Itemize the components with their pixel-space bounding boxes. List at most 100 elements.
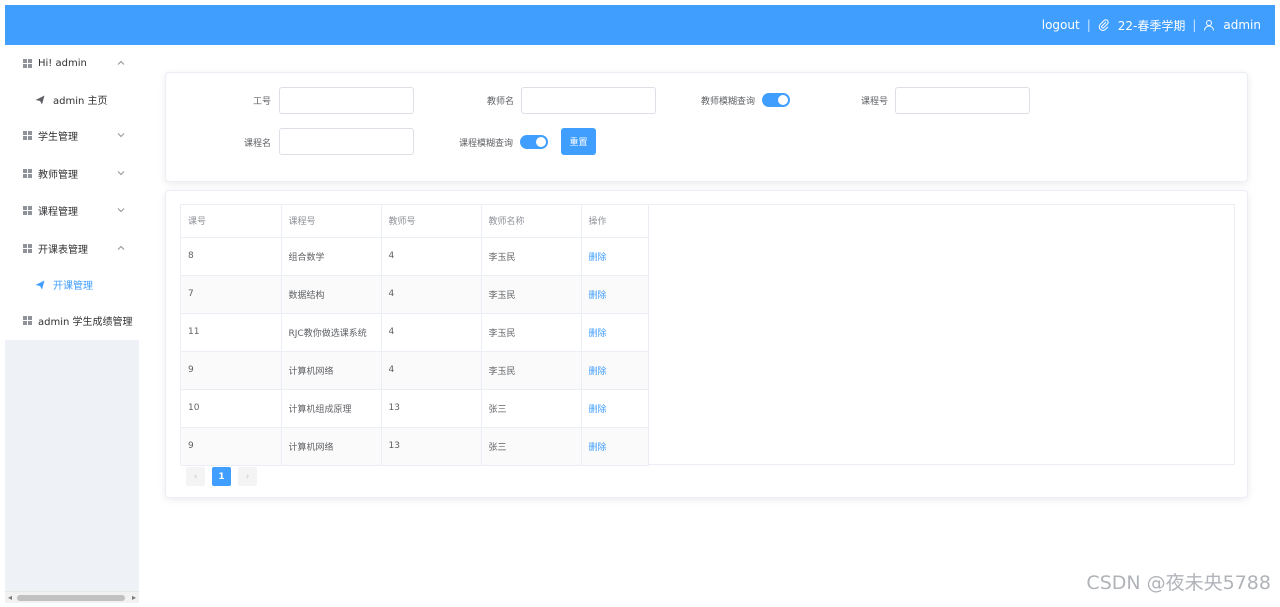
- chevron-down-icon: [117, 133, 125, 138]
- pagination: ‹ 1 ›: [186, 467, 264, 486]
- teacher-fuzzy-label: 教师模糊查询: [700, 97, 755, 107]
- app-frame: logout | 22-春季学期 | admin Hi! admin admin…: [5, 5, 1275, 603]
- offering-table: 课号 课程号 教师号 教师名称 操作 8 组合数学 4 李玉民 删除 7 数据结…: [181, 205, 649, 466]
- table-card: 课号 课程号 教师号 教师名称 操作 8 组合数学 4 李玉民 删除 7 数据结…: [165, 190, 1248, 498]
- next-page-button[interactable]: ›: [238, 467, 257, 486]
- course-id-label: 课程号: [860, 97, 888, 107]
- teacher-id-label: 工号: [252, 97, 271, 107]
- switch-knob: [778, 95, 788, 105]
- course-id-input[interactable]: [895, 87, 1030, 114]
- delete-link[interactable]: 删除: [589, 329, 607, 339]
- menu-label: Hi! admin: [38, 58, 87, 69]
- menu-offering-manage[interactable]: 开课表管理: [5, 230, 139, 268]
- menu-student-manage[interactable]: 学生管理: [5, 117, 139, 155]
- logout-link[interactable]: logout: [1042, 18, 1080, 32]
- cell: 计算机网络: [281, 351, 382, 390]
- table-row: 8 组合数学 4 李玉民 删除: [181, 237, 649, 276]
- table-row: 7 数据结构 4 李玉民 删除: [181, 275, 649, 314]
- cell: 9: [181, 351, 282, 390]
- reset-button[interactable]: 重置: [561, 128, 596, 155]
- menu-label: 教师管理: [38, 169, 78, 181]
- cell: 4: [381, 313, 482, 352]
- delete-link[interactable]: 删除: [589, 253, 607, 263]
- side-menu: Hi! admin admin 主页 学生管理 教师管理 课程管理 开课表管理 …: [5, 45, 139, 340]
- course-fuzzy-label: 课程模糊查询: [458, 139, 513, 149]
- menu-label: 开课表管理: [38, 244, 88, 256]
- prev-page-button[interactable]: ‹: [186, 467, 205, 486]
- table-row: 10 计算机组成原理 13 张三 删除: [181, 389, 649, 428]
- user-icon: [1204, 20, 1215, 31]
- grid-icon: [23, 316, 32, 326]
- switch-knob: [536, 137, 546, 147]
- cell: 13: [381, 427, 482, 466]
- cell: 13: [381, 389, 482, 428]
- scroll-left-arrow[interactable]: ◂: [8, 593, 12, 602]
- cell: 李玉民: [481, 275, 582, 314]
- chevron-down-icon: [117, 170, 125, 175]
- table-row: 11 RJC教你做选课系统 4 李玉民 删除: [181, 313, 649, 352]
- cell: 计算机网络: [281, 427, 382, 466]
- grid-icon: [23, 168, 32, 178]
- grid-icon: [23, 131, 32, 141]
- watermark: CSDN @夜未央5788: [1086, 572, 1271, 594]
- scrollbar-thumb[interactable]: [17, 595, 125, 601]
- send-icon: [35, 280, 45, 289]
- col-header: 操作: [581, 205, 649, 238]
- cell: 组合数学: [281, 237, 382, 276]
- cell-actions: 删除: [581, 427, 649, 466]
- cell: 李玉民: [481, 237, 582, 276]
- grid-icon: [23, 206, 32, 216]
- grid-icon: [23, 243, 32, 253]
- delete-link[interactable]: 删除: [589, 443, 607, 453]
- cell-actions: 删除: [581, 389, 649, 428]
- course-name-input[interactable]: [279, 128, 414, 155]
- term-label[interactable]: 22-春季学期: [1118, 17, 1186, 34]
- cell: 10: [181, 389, 282, 428]
- send-icon: [35, 95, 45, 104]
- cell: 张三: [481, 427, 582, 466]
- page-number-button[interactable]: 1: [212, 467, 231, 486]
- col-header: 教师号: [381, 205, 482, 238]
- submenu-label: admin 主页: [53, 96, 108, 107]
- delete-link[interactable]: 删除: [589, 405, 607, 415]
- header-divider: |: [1192, 18, 1197, 32]
- cell: 8: [181, 237, 282, 276]
- paperclip-icon: [1098, 19, 1109, 31]
- cell-actions: 删除: [581, 351, 649, 390]
- cell: 计算机组成原理: [281, 389, 382, 428]
- submenu-admin-home[interactable]: admin 主页: [5, 82, 139, 117]
- table-header-row: 课号 课程号 教师号 教师名称 操作: [181, 205, 649, 238]
- user-name[interactable]: admin: [1223, 18, 1261, 32]
- menu-teacher-manage[interactable]: 教师管理: [5, 155, 139, 193]
- col-header: 教师名称: [481, 205, 582, 238]
- submenu-offering[interactable]: 开课管理: [5, 267, 139, 302]
- chevron-up-icon: [117, 60, 125, 65]
- table-row: 9 计算机网络 4 李玉民 删除: [181, 351, 649, 390]
- teacher-id-input[interactable]: [279, 87, 414, 114]
- delete-link[interactable]: 删除: [589, 291, 607, 301]
- cell-actions: 删除: [581, 313, 649, 352]
- teacher-name-label: 教师名: [486, 97, 514, 107]
- cell: 4: [381, 351, 482, 390]
- chevron-down-icon: [117, 208, 125, 213]
- menu-grade-manage[interactable]: admin 学生成绩管理: [5, 302, 139, 340]
- submenu-label: 开课管理: [53, 281, 93, 292]
- col-header: 课号: [181, 205, 282, 238]
- delete-link[interactable]: 删除: [589, 367, 607, 377]
- sidebar-scrollbar[interactable]: ◂ ▸: [5, 591, 139, 603]
- cell: 李玉民: [481, 313, 582, 352]
- cell: 11: [181, 313, 282, 352]
- course-fuzzy-switch[interactable]: [520, 135, 548, 149]
- teacher-name-input[interactable]: [521, 87, 656, 114]
- cell: 张三: [481, 389, 582, 428]
- menu-course-manage[interactable]: 课程管理: [5, 192, 139, 230]
- menu-greeting[interactable]: Hi! admin: [5, 45, 139, 82]
- top-header: logout | 22-春季学期 | admin: [5, 5, 1275, 45]
- chevron-up-icon: [117, 245, 125, 250]
- cell: 数据结构: [281, 275, 382, 314]
- grid-icon: [23, 59, 32, 68]
- teacher-fuzzy-switch[interactable]: [762, 93, 790, 107]
- scroll-right-arrow[interactable]: ▸: [132, 593, 136, 602]
- cell: 4: [381, 275, 482, 314]
- cell: 4: [381, 237, 482, 276]
